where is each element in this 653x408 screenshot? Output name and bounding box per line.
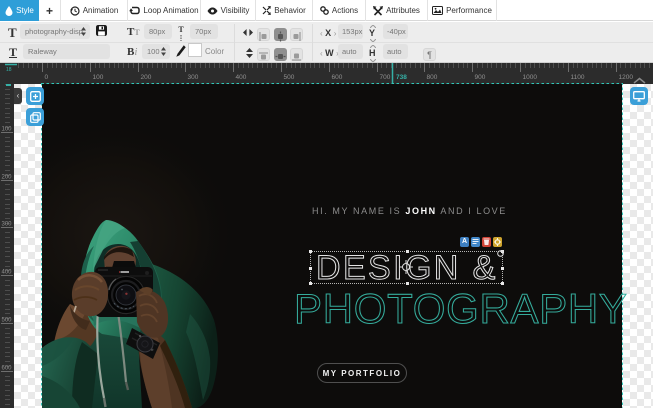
svg-text:100: 100 — [2, 127, 13, 133]
svg-text:500: 500 — [284, 74, 295, 81]
svg-text:100: 100 — [93, 74, 104, 81]
svg-text:200: 200 — [2, 175, 13, 181]
svg-text:300: 300 — [188, 74, 199, 81]
svg-text:300: 300 — [2, 222, 13, 228]
svg-text:500: 500 — [2, 318, 13, 324]
svg-text:200: 200 — [141, 74, 152, 81]
svg-text:18: 18 — [6, 67, 12, 73]
svg-text:700: 700 — [380, 74, 391, 81]
svg-text:800: 800 — [427, 74, 438, 81]
svg-text:900: 900 — [475, 74, 486, 81]
svg-text:1100: 1100 — [571, 74, 585, 81]
svg-text:738: 738 — [396, 74, 407, 81]
svg-text:0: 0 — [45, 74, 49, 81]
svg-text:1200: 1200 — [619, 74, 634, 81]
svg-text:400: 400 — [236, 74, 247, 81]
svg-text:600: 600 — [2, 366, 13, 372]
svg-text:600: 600 — [332, 74, 343, 81]
svg-text:1000: 1000 — [523, 74, 538, 81]
svg-text:400: 400 — [2, 270, 13, 276]
